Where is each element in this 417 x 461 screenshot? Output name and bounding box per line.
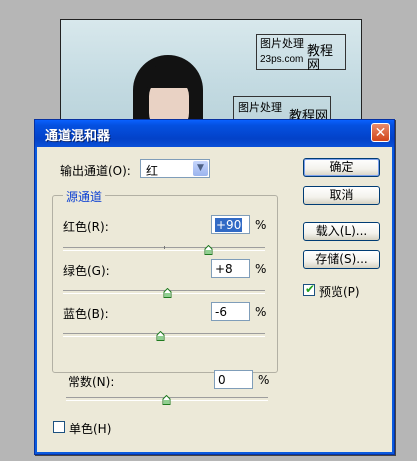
monochrome-checkbox[interactable] — [53, 421, 65, 433]
photo-bangs — [145, 66, 195, 88]
preview-checkbox[interactable]: ✔ — [303, 282, 316, 296]
load-button[interactable]: 载入(L)... — [303, 222, 380, 241]
blue-percent: % — [255, 305, 267, 319]
red-slider-center-tick — [164, 246, 165, 249]
output-channel-label: 输出通道(O): — [60, 164, 131, 178]
close-button[interactable]: ✕ — [371, 123, 390, 142]
blue-input[interactable]: -6 — [211, 302, 250, 321]
constant-value: 0 — [218, 373, 226, 387]
blue-label: 蓝色(B): — [63, 307, 109, 321]
dialog-title: 通道混和器 — [45, 129, 111, 144]
blue-value: -6 — [215, 305, 227, 319]
channel-mixer-dialog: 通道混和器 ✕ 输出通道(O): 红 ▼ 源通道 红色(R): +90 % 绿色… — [34, 119, 395, 455]
constant-input[interactable]: 0 — [214, 370, 253, 389]
source-channels-title: 源通道 — [63, 188, 106, 205]
monochrome-label[interactable]: 单色(H) — [69, 420, 111, 437]
dialog-body: 输出通道(O): 红 ▼ 源通道 红色(R): +90 % 绿色(G): +8 — [38, 147, 391, 451]
close-icon: ✕ — [374, 125, 387, 141]
output-channel-value: 红 — [146, 164, 159, 178]
red-label: 红色(R): — [63, 220, 109, 234]
constant-label: 常数(N): — [68, 375, 115, 389]
title-bar[interactable]: 通道混和器 ✕ — [35, 120, 394, 147]
red-percent: % — [255, 218, 267, 232]
green-value: +8 — [215, 262, 233, 276]
red-value: +90 — [215, 218, 243, 232]
green-label: 绿色(G): — [63, 264, 110, 278]
green-percent: % — [255, 262, 267, 276]
red-input[interactable]: +90 — [211, 215, 250, 234]
cancel-button[interactable]: 取消 — [303, 186, 380, 205]
red-slider-thumb[interactable] — [204, 245, 213, 255]
chevron-down-icon[interactable]: ▼ — [193, 161, 208, 176]
green-input[interactable]: +8 — [211, 259, 250, 278]
green-slider-thumb[interactable] — [163, 288, 172, 298]
constant-slider-thumb[interactable] — [162, 395, 171, 405]
background-photo: 图片处理 23ps.com 教程网 图片处理 23ps.com 教程网 — [60, 19, 362, 131]
save-button[interactable]: 存储(S)... — [303, 250, 380, 269]
checkmark-icon: ✔ — [305, 282, 316, 296]
output-channel-select[interactable]: 红 ▼ — [140, 159, 210, 178]
source-channels-group: 源通道 红色(R): +90 % 绿色(G): +8 % 蓝色(B): -6 % — [52, 188, 278, 373]
ok-button[interactable]: 确定 — [303, 158, 380, 177]
blue-slider-thumb[interactable] — [156, 331, 165, 341]
watermark-1: 图片处理 23ps.com 教程网 — [256, 34, 346, 73]
constant-percent: % — [258, 373, 270, 387]
preview-label[interactable]: 预览(P) — [319, 283, 360, 300]
